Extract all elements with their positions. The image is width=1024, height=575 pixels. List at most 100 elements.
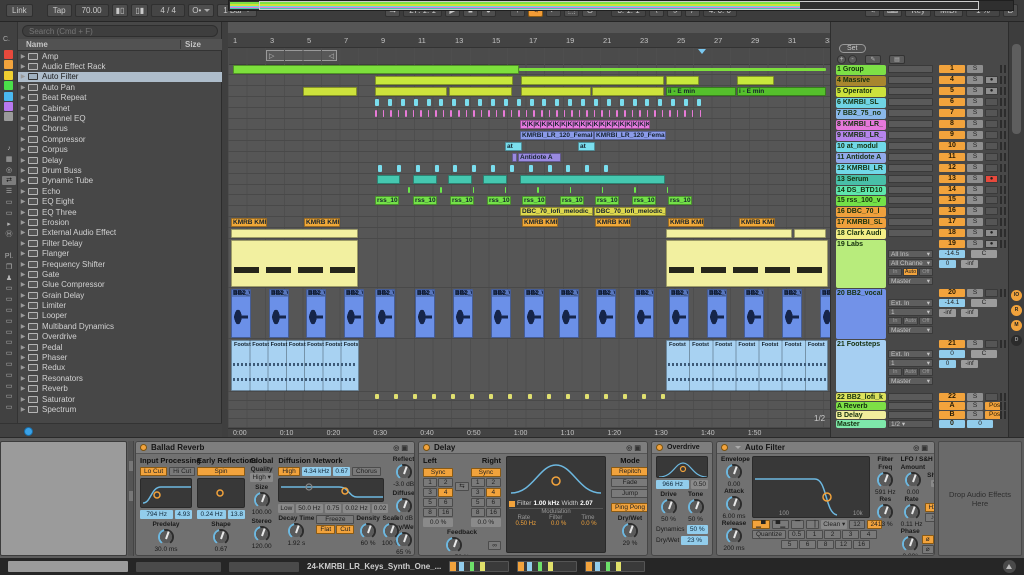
category-icon[interactable]: ▭ xyxy=(2,328,16,337)
monitor-in-button[interactable]: In xyxy=(888,368,902,376)
clip-segment[interactable] xyxy=(541,110,543,117)
od-drywet-value[interactable]: 23 % xyxy=(681,536,708,545)
list-item[interactable]: ▶Frequency Shifter xyxy=(18,259,222,269)
device-on-icon[interactable] xyxy=(656,444,663,451)
track-header[interactable]: 19 Labs19S●All Ins▾All Channe▾InAutoOffM… xyxy=(831,240,1009,288)
disclosure-triangle-icon[interactable]: ▶ xyxy=(18,198,28,205)
arrangement-clip[interactable]: rss_10 xyxy=(522,196,546,205)
clip-segment[interactable] xyxy=(526,110,528,117)
low-freq-value[interactable]: 50.0 Hz xyxy=(296,504,322,513)
quantize-beat-button[interactable]: 2 xyxy=(824,530,841,539)
list-item[interactable]: ▶Filter Delay xyxy=(18,238,222,248)
env-amount-knob[interactable] xyxy=(726,464,742,480)
output-dropdown[interactable]: Master▾ xyxy=(888,277,933,285)
clip-segment[interactable] xyxy=(401,99,405,106)
track-header[interactable]: 9 KMRBI_LR_9S xyxy=(831,131,1009,141)
hotswap-save-icons[interactable]: ◎▣ xyxy=(913,444,930,452)
clip-segment[interactable] xyxy=(529,165,533,172)
arrangement-clip[interactable]: KMRBI_LR_120_Female_V xyxy=(520,131,594,140)
disclosure-triangle-icon[interactable]: ▶ xyxy=(18,354,28,361)
clip-segment[interactable] xyxy=(503,110,505,117)
arm-button[interactable]: ● xyxy=(985,87,998,95)
category-icon[interactable]: Pl. xyxy=(2,252,16,261)
list-item[interactable]: ▶Auto Filter xyxy=(18,72,222,82)
track-number[interactable]: 13 xyxy=(939,175,965,183)
clip-segment[interactable] xyxy=(510,165,514,172)
clip-segment[interactable] xyxy=(408,187,410,193)
category-icon[interactable]: ☰ xyxy=(2,187,16,196)
list-item[interactable]: ▶EQ Three xyxy=(18,207,222,217)
quantize-beat-button[interactable]: 12 xyxy=(835,540,852,549)
track-header[interactable]: 7 BB2_75_no7S xyxy=(831,109,1009,119)
list-item[interactable]: ▶Channel EQ xyxy=(18,113,222,123)
arrangement-clip[interactable] xyxy=(231,229,358,238)
mod-freq-value[interactable]: 0.02 Hz xyxy=(343,504,369,513)
shape-knob[interactable] xyxy=(213,529,229,545)
track-name[interactable]: 6 KMRBI_SL xyxy=(836,98,886,108)
clip-segment[interactable] xyxy=(397,165,401,172)
mod-amt-value[interactable]: 0.02 xyxy=(372,504,389,513)
clip-segment[interactable] xyxy=(604,394,608,399)
disclosure-triangle-icon[interactable]: ▶ xyxy=(18,105,28,112)
solo-button[interactable]: S xyxy=(967,186,983,194)
lfo-rate-knob[interactable] xyxy=(904,504,920,520)
track-header[interactable]: 16 DBC_70_l16S xyxy=(831,207,1009,217)
input-channel-dropdown[interactable]: 1▾ xyxy=(888,308,933,316)
arrangement-clip[interactable]: DBC_70_lofi_melodic_ka xyxy=(594,207,666,216)
disclosure-triangle-icon[interactable]: ▶ xyxy=(18,125,28,132)
arrangement-clip[interactable]: at xyxy=(505,142,522,151)
clip-segment[interactable] xyxy=(633,99,637,106)
freq-knob[interactable] xyxy=(877,472,893,488)
diffusion-high-button[interactable]: High xyxy=(278,467,299,476)
list-item[interactable]: ▶Erosion xyxy=(18,217,222,227)
list-item[interactable]: ▶Echo xyxy=(18,186,222,196)
device-title-bar[interactable]: Ballad Reverb ◎▣ xyxy=(136,442,414,454)
pan-value[interactable]: C xyxy=(971,350,997,358)
mixer-section-toggle-d[interactable]: D xyxy=(1011,335,1022,346)
solo-button[interactable]: S xyxy=(967,153,983,161)
track-header[interactable]: 17 KMRBI_SL17S xyxy=(831,218,1009,228)
category-icon[interactable]: ▭ xyxy=(2,392,16,401)
track-header[interactable]: 13 Serum13S● xyxy=(831,175,1009,185)
track-header[interactable]: 18 Clark Audi18S● xyxy=(831,229,1009,239)
disclosure-triangle-icon[interactable]: ▶ xyxy=(18,406,28,413)
io-section[interactable] xyxy=(888,164,933,172)
clip-segment[interactable] xyxy=(549,110,551,117)
track-header[interactable]: 22 BB2_lofi_k22S xyxy=(831,393,1009,401)
solo-button[interactable]: S xyxy=(967,109,983,117)
rate-hz-button[interactable]: Hz xyxy=(925,503,935,512)
delay-time-button[interactable]: 5 xyxy=(423,498,437,507)
arrangement-clip[interactable]: K|K|K|K|K|K|K|K|K|K|K|K|K|K|K|K|K|K|K|K xyxy=(520,120,650,129)
track-name[interactable]: 1 Group xyxy=(836,65,886,75)
clip-segment[interactable] xyxy=(697,99,701,106)
nudge-down-button[interactable]: ▮▯ xyxy=(112,4,129,17)
clip-segment[interactable] xyxy=(440,187,442,193)
arrangement-clip[interactable]: FootstFootstFootstFootstFootstFootstFoot… xyxy=(231,340,359,391)
disclosure-triangle-icon[interactable]: ▶ xyxy=(18,375,28,382)
category-icon[interactable]: ▭ xyxy=(2,306,16,315)
clip-segment[interactable] xyxy=(547,394,551,399)
arrangement-clip[interactable] xyxy=(448,175,472,184)
clip-segment[interactable] xyxy=(537,187,539,193)
track-name[interactable]: 8 KMRBI_LR_ xyxy=(836,120,886,130)
clip-segment[interactable] xyxy=(604,165,608,172)
clip-segment[interactable] xyxy=(645,99,649,106)
list-item[interactable]: ▶Looper xyxy=(18,311,222,321)
clip-segment[interactable] xyxy=(378,165,382,172)
mod-time-value[interactable]: 0.0 % xyxy=(581,521,596,527)
clip-segment[interactable] xyxy=(601,110,603,117)
delay-drywet-knob[interactable] xyxy=(622,523,638,539)
clip-segment[interactable] xyxy=(388,99,392,106)
output-dropdown[interactable]: Master▾ xyxy=(888,326,933,334)
clip-segment[interactable] xyxy=(609,110,611,117)
disclosure-triangle-icon[interactable]: ▶ xyxy=(18,333,28,340)
category-icon[interactable]: ▸ xyxy=(2,220,16,229)
arm-button[interactable] xyxy=(985,196,998,204)
clip-segment[interactable] xyxy=(616,110,618,117)
list-item[interactable]: ▶Reverb xyxy=(18,384,222,394)
clip-segment[interactable] xyxy=(581,99,585,106)
filter-on-icon[interactable] xyxy=(509,501,515,507)
arm-button[interactable]: ● xyxy=(985,229,998,237)
nudge-up-button[interactable]: ▯▮ xyxy=(131,4,148,17)
arm-button[interactable] xyxy=(985,207,998,215)
